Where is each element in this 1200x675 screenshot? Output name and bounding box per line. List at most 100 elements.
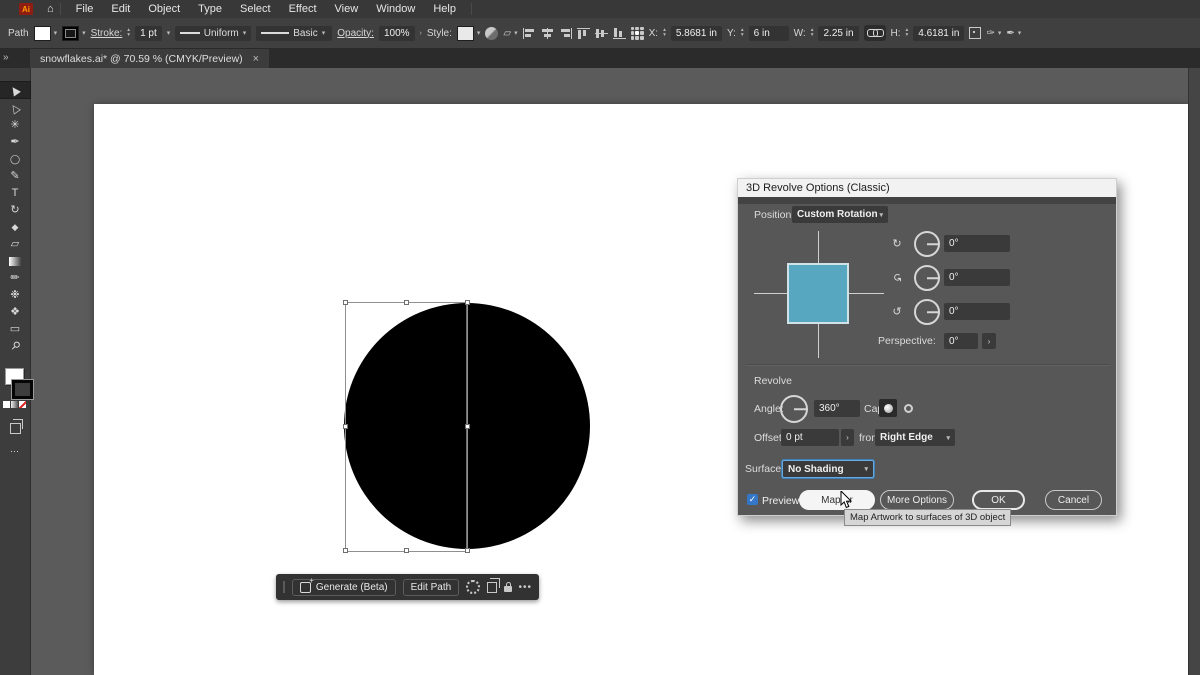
zoom-tool[interactable]: ⚲ bbox=[0, 338, 30, 354]
preview-checkbox[interactable]: ✓ bbox=[747, 494, 758, 505]
generate-button[interactable]: Generate (Beta) bbox=[292, 579, 396, 596]
offset-field[interactable]: 0 pt bbox=[781, 429, 839, 446]
stroke-panel-link[interactable]: Stroke: bbox=[91, 28, 123, 39]
processing-icon[interactable] bbox=[466, 580, 479, 594]
shape-options-dropdown[interactable]: ▱ ▾ bbox=[503, 28, 517, 39]
y-field[interactable]: 6 in bbox=[749, 26, 789, 41]
rotate-x-dial[interactable] bbox=[914, 231, 940, 257]
menu-select[interactable]: Select bbox=[231, 3, 280, 15]
more-options-button[interactable]: More Options bbox=[880, 490, 954, 510]
rotate-z-field[interactable]: 0° bbox=[944, 303, 1010, 320]
variable-width-dropdown[interactable]: Uniform ▾ bbox=[175, 26, 251, 41]
preview-cube[interactable] bbox=[787, 263, 849, 324]
selection-handle[interactable] bbox=[465, 424, 470, 429]
rotate-z-dial[interactable] bbox=[914, 299, 940, 325]
cap-hollow-button[interactable] bbox=[899, 399, 917, 417]
stroke-weight-stepper[interactable]: ▴▾ bbox=[127, 28, 130, 38]
selection-handle[interactable] bbox=[404, 300, 409, 305]
offset-edge-dropdown[interactable]: Right Edge ▾ bbox=[875, 429, 955, 446]
transform-icon[interactable] bbox=[969, 27, 981, 39]
angle-dial[interactable] bbox=[780, 395, 808, 423]
selection-handle[interactable] bbox=[465, 548, 470, 553]
h-field[interactable]: 4.6181 in bbox=[913, 26, 964, 41]
selection-handle[interactable] bbox=[343, 424, 348, 429]
color-button[interactable] bbox=[3, 401, 10, 408]
more-tools-icon[interactable]: ⋯ bbox=[0, 443, 30, 459]
draw-mode-icon[interactable] bbox=[0, 420, 30, 436]
map-art-button[interactable]: Map Ar bbox=[799, 490, 875, 510]
menu-window[interactable]: Window bbox=[367, 3, 424, 15]
isolate-object-dropdown[interactable]: ✑ ▾ bbox=[986, 28, 1001, 39]
opacity-stepper-icon[interactable]: › bbox=[420, 30, 422, 37]
more-options-icon[interactable]: ••• bbox=[519, 582, 533, 593]
recolor-artwork-icon[interactable] bbox=[485, 27, 498, 40]
edit-path-button[interactable]: Edit Path bbox=[403, 579, 460, 596]
cap-solid-button[interactable] bbox=[879, 399, 897, 417]
wrinkle-tool[interactable]: ❉ bbox=[0, 287, 30, 303]
fill-color-dropdown[interactable]: ▾ bbox=[34, 26, 58, 41]
angle-field[interactable]: 360° bbox=[814, 400, 860, 417]
gradient-button[interactable] bbox=[11, 401, 18, 408]
reference-point-icon[interactable] bbox=[631, 27, 644, 40]
ok-button[interactable]: OK bbox=[972, 490, 1025, 510]
lock-icon[interactable] bbox=[504, 586, 512, 592]
scale-tool[interactable]: ▱ bbox=[0, 236, 30, 252]
selection-handle[interactable] bbox=[343, 300, 348, 305]
x-stepper[interactable]: ▴▾ bbox=[663, 28, 666, 38]
cancel-button[interactable]: Cancel bbox=[1045, 490, 1102, 510]
menu-file[interactable]: File bbox=[67, 3, 103, 15]
direct-selection-tool[interactable]: ▷ bbox=[0, 100, 30, 116]
chevron-down-icon[interactable]: ▾ bbox=[167, 29, 171, 37]
pencil-tool[interactable]: ✏ bbox=[0, 270, 30, 286]
menu-help[interactable]: Help bbox=[424, 3, 465, 15]
constrain-proportions-icon[interactable] bbox=[864, 25, 886, 41]
stroke-color-dropdown[interactable]: ▾ bbox=[62, 26, 86, 41]
w-stepper[interactable]: ▴▾ bbox=[811, 28, 814, 38]
w-field[interactable]: 2.25 in bbox=[818, 26, 858, 41]
duplicate-icon[interactable] bbox=[487, 582, 497, 593]
rotate-y-field[interactable]: 0° bbox=[944, 269, 1010, 286]
menu-edit[interactable]: Edit bbox=[102, 3, 139, 15]
menu-type[interactable]: Type bbox=[189, 3, 231, 15]
perspective-stepper-icon[interactable]: › bbox=[982, 333, 996, 349]
blend-tool[interactable]: ❖ bbox=[0, 304, 30, 320]
paintbrush-tool[interactable]: ✎ bbox=[0, 168, 30, 184]
rotate-x-field[interactable]: 0° bbox=[944, 235, 1010, 252]
eraser-tool[interactable]: ◆ bbox=[0, 219, 30, 235]
vertical-scrollbar[interactable] bbox=[1188, 68, 1200, 675]
drag-handle[interactable] bbox=[283, 581, 285, 593]
gradient-tool[interactable] bbox=[0, 253, 30, 269]
selection-handle[interactable] bbox=[404, 548, 409, 553]
dialog-title-bar[interactable]: 3D Revolve Options (Classic) bbox=[738, 179, 1116, 197]
collapse-panel-icon[interactable]: » bbox=[3, 52, 9, 63]
ellipse-tool[interactable]: ◯ bbox=[0, 151, 30, 167]
menu-view[interactable]: View bbox=[326, 3, 368, 15]
align-top-icon[interactable] bbox=[577, 28, 590, 39]
align-center-icon[interactable] bbox=[541, 28, 554, 39]
align-left-icon[interactable] bbox=[523, 28, 536, 39]
pen-tool[interactable]: ✒ bbox=[0, 134, 30, 150]
graphic-style-dropdown[interactable]: ▾ bbox=[457, 26, 481, 41]
align-right-icon[interactable] bbox=[559, 28, 572, 39]
menu-effect[interactable]: Effect bbox=[280, 3, 326, 15]
align-middle-icon[interactable] bbox=[595, 28, 608, 39]
opacity-panel-link[interactable]: Opacity: bbox=[337, 28, 374, 39]
perspective-field[interactable]: 0° bbox=[944, 333, 978, 349]
select-similar-dropdown[interactable]: ✒ ▾ bbox=[1006, 28, 1021, 39]
align-bottom-icon[interactable] bbox=[613, 28, 626, 39]
stroke-color-swatch[interactable] bbox=[12, 380, 33, 399]
home-icon[interactable]: ⌂ bbox=[47, 4, 54, 15]
opacity-field[interactable]: 100% bbox=[379, 26, 415, 41]
position-dropdown[interactable]: Custom Rotation ▾ bbox=[792, 206, 888, 223]
document-tab[interactable]: snowflakes.ai* @ 70.59 % (CMYK/Preview) … bbox=[30, 49, 269, 68]
x-field[interactable]: 5.8681 in bbox=[671, 26, 722, 41]
selection-handle[interactable] bbox=[343, 548, 348, 553]
selection-tool[interactable]: ▶ bbox=[0, 82, 30, 98]
close-icon[interactable]: × bbox=[253, 53, 259, 65]
magic-wand-tool[interactable]: ✳ bbox=[0, 117, 30, 133]
type-tool[interactable]: T bbox=[0, 185, 30, 201]
stroke-weight-field[interactable]: 1 pt bbox=[135, 26, 162, 41]
none-button[interactable] bbox=[19, 401, 26, 408]
offset-stepper-icon[interactable]: › bbox=[841, 429, 854, 446]
h-stepper[interactable]: ▴▾ bbox=[906, 28, 909, 38]
